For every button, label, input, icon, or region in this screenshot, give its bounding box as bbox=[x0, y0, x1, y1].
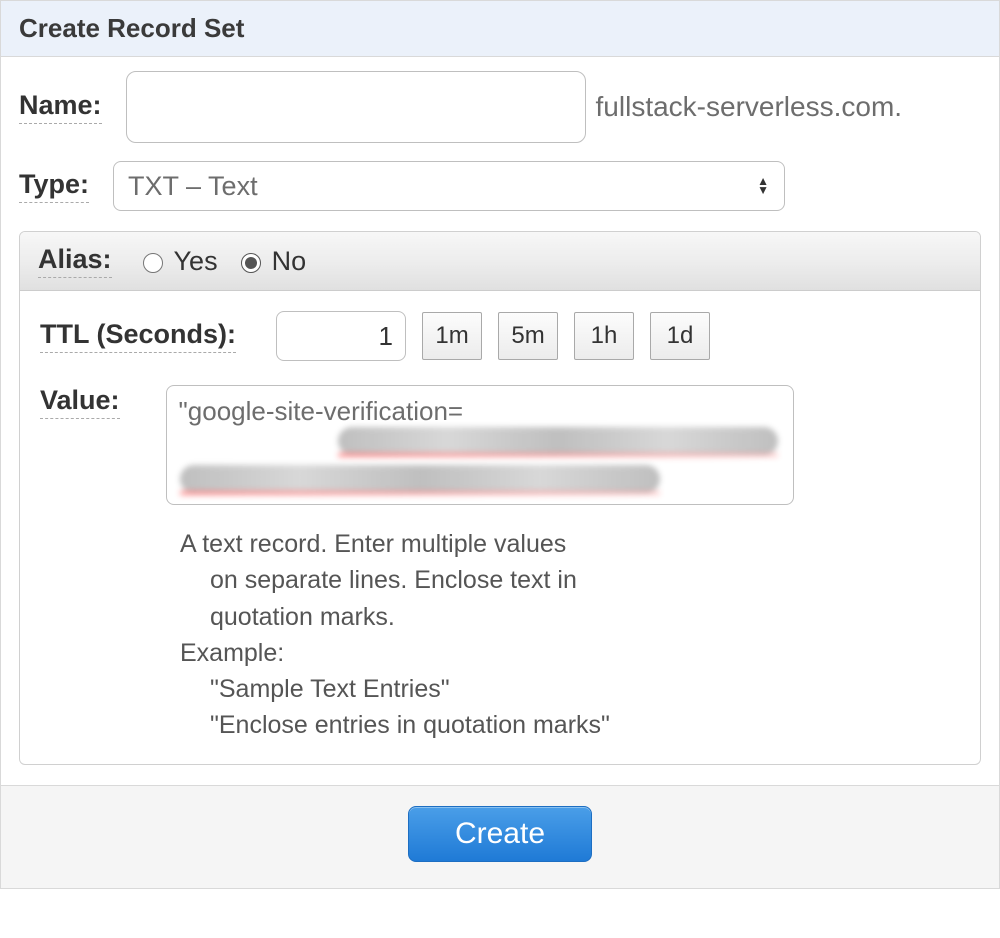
ttl-label: TTL (Seconds): bbox=[40, 319, 236, 353]
help-line-1: A text record. Enter multiple values bbox=[180, 526, 960, 562]
alias-yes-radio[interactable] bbox=[143, 253, 163, 273]
create-record-set-panel: Create Record Set Name: fullstack-server… bbox=[0, 0, 1000, 889]
type-row: Type: TXT – Text ▲▼ bbox=[19, 161, 981, 211]
type-select-wrap: TXT – Text ▲▼ bbox=[113, 161, 785, 211]
domain-suffix: fullstack-serverless.com. bbox=[596, 91, 903, 123]
value-row: Value: "google-site-verification= bbox=[40, 385, 960, 510]
help-example-label: Example: bbox=[180, 635, 960, 671]
alias-no-option[interactable]: No bbox=[236, 246, 307, 277]
value-label: Value: bbox=[40, 385, 120, 419]
footer-bar: Create bbox=[1, 785, 999, 888]
type-label: Type: bbox=[19, 169, 89, 203]
name-label: Name: bbox=[19, 90, 102, 124]
name-input[interactable] bbox=[126, 71, 586, 143]
ttl-preset-1h[interactable]: 1h bbox=[574, 312, 634, 360]
alias-no-radio[interactable] bbox=[241, 253, 261, 273]
ttl-preset-5m[interactable]: 5m bbox=[498, 312, 558, 360]
ttl-preset-1m[interactable]: 1m bbox=[422, 312, 482, 360]
ttl-input[interactable] bbox=[276, 311, 406, 361]
ttl-preset-1d[interactable]: 1d bbox=[650, 312, 710, 360]
value-help: A text record. Enter multiple values on … bbox=[180, 526, 960, 744]
name-row: Name: fullstack-serverless.com. bbox=[19, 71, 981, 143]
help-line-2: on separate lines. Enclose text in bbox=[180, 562, 960, 598]
alias-body: TTL (Seconds): 1m 5m 1h 1d Value: "googl… bbox=[20, 291, 980, 764]
alias-yes-text: Yes bbox=[174, 246, 218, 277]
alias-label: Alias: bbox=[38, 244, 112, 278]
help-example-1: "Sample Text Entries" bbox=[180, 671, 960, 707]
form-body: Name: fullstack-serverless.com. Type: TX… bbox=[1, 57, 999, 785]
alias-panel: Alias: Yes No TTL (Seconds): 1m 5m 1h bbox=[19, 231, 981, 765]
value-box: "google-site-verification= bbox=[166, 385, 794, 510]
alias-header: Alias: Yes No bbox=[20, 232, 980, 291]
value-textarea[interactable]: "google-site-verification= bbox=[166, 385, 794, 505]
help-example-2: "Enclose entries in quotation marks" bbox=[180, 707, 960, 743]
alias-yes-option[interactable]: Yes bbox=[138, 246, 218, 277]
panel-title: Create Record Set bbox=[1, 0, 999, 57]
alias-no-text: No bbox=[272, 246, 307, 277]
ttl-row: TTL (Seconds): 1m 5m 1h 1d bbox=[40, 311, 960, 361]
help-line-3: quotation marks. bbox=[180, 599, 960, 635]
type-select[interactable]: TXT – Text bbox=[113, 161, 785, 211]
create-button[interactable]: Create bbox=[408, 806, 592, 862]
